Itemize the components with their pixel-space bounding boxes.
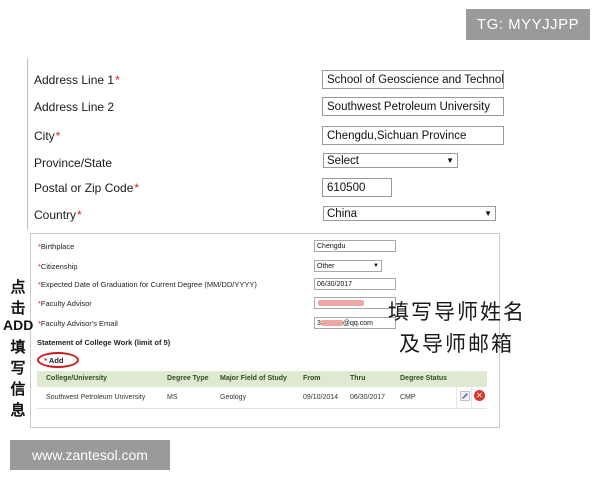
td-from: 09/10/2014	[303, 394, 339, 401]
faculty-advisor-email-input[interactable]: 3 @qq.com	[314, 317, 396, 329]
annotation-char: 息	[10, 402, 26, 419]
annotation-char: ADD	[3, 317, 34, 333]
citizenship-select[interactable]: Other ▼	[314, 260, 382, 272]
birthplace-input[interactable]: Chengdu	[314, 240, 396, 252]
address-line-1-label: Address Line 1*	[34, 73, 120, 87]
city-label: City*	[34, 129, 61, 143]
form-left-border	[27, 58, 28, 230]
annotation-char: 填	[10, 339, 26, 356]
graduation-date-label: *Expected Date of Graduation for Current…	[38, 280, 257, 289]
th-degree-status: Degree Status	[400, 375, 448, 382]
td-thru: 06/30/2017	[350, 394, 386, 401]
td-major: Geology	[220, 394, 247, 401]
redaction-mark	[318, 300, 364, 306]
annotation-char: 点	[10, 279, 26, 296]
td-degree-type: MS	[167, 394, 178, 401]
th-major: Major Field of Study	[220, 375, 287, 382]
add-button[interactable]: * Add	[43, 356, 64, 365]
table-row-divider	[37, 408, 487, 409]
table-column-divider	[471, 371, 472, 408]
table-column-divider	[456, 371, 457, 408]
city-input[interactable]: Chengdu,Sichuan Province	[322, 126, 504, 145]
email-suffix: @qq.com	[342, 319, 373, 327]
redaction-mark	[320, 320, 343, 326]
address-line-1-input[interactable]: School of Geoscience and Technolo	[322, 70, 504, 89]
province-state-label: Province/State	[34, 156, 113, 170]
annotation-char: 击	[10, 300, 26, 317]
annotation-advisor-email: 及导师邮箱	[399, 332, 514, 356]
triangle-down-icon: ▼	[446, 156, 454, 165]
tg-watermark: TG: MYYJJPP	[466, 9, 590, 40]
annotation-char: 写	[10, 360, 26, 377]
postal-code-label: Postal or Zip Code*	[34, 181, 140, 195]
triangle-down-icon: ▼	[484, 209, 492, 218]
site-watermark: www.zantesol.com	[10, 440, 170, 470]
th-college: College/University	[46, 375, 108, 382]
th-degree-type: Degree Type	[167, 375, 209, 382]
faculty-advisor-email-label: *Faculty Advisor's Email	[38, 319, 118, 328]
province-state-selected: Select	[327, 154, 359, 167]
country-selected: China	[327, 207, 358, 220]
triangle-down-icon: ▼	[373, 263, 379, 269]
postal-code-input[interactable]: 610500	[322, 178, 392, 197]
citizenship-selected: Other	[317, 262, 335, 270]
delete-icon[interactable]: ✕	[474, 390, 485, 401]
country-label: Country*	[34, 208, 82, 222]
pencil-icon[interactable]	[460, 391, 470, 401]
th-from: From	[303, 375, 321, 382]
td-degree-status: CMP	[400, 394, 416, 401]
faculty-advisor-input[interactable]	[314, 297, 396, 309]
annotation-char: 信	[10, 381, 26, 398]
country-select[interactable]: China ▼	[323, 206, 496, 221]
college-work-section-title: Statement of College Work (limit of 5)	[37, 338, 171, 347]
birthplace-label: *Birthplace	[38, 242, 75, 251]
td-college: Southwest Petroleum University	[46, 394, 146, 401]
graduation-date-input[interactable]: 06/30/2017	[314, 278, 396, 290]
citizenship-label: *Citizenship	[38, 262, 78, 271]
address-line-2-input[interactable]: Southwest Petroleum University	[322, 97, 504, 116]
address-line-2-label: Address Line 2	[34, 100, 115, 114]
th-thru: Thru	[350, 375, 366, 382]
annotation-advisor-name: 填写导师姓名	[388, 300, 526, 324]
province-state-select[interactable]: Select ▼	[323, 153, 458, 168]
faculty-advisor-label: *Faculty Advisor	[38, 299, 92, 308]
